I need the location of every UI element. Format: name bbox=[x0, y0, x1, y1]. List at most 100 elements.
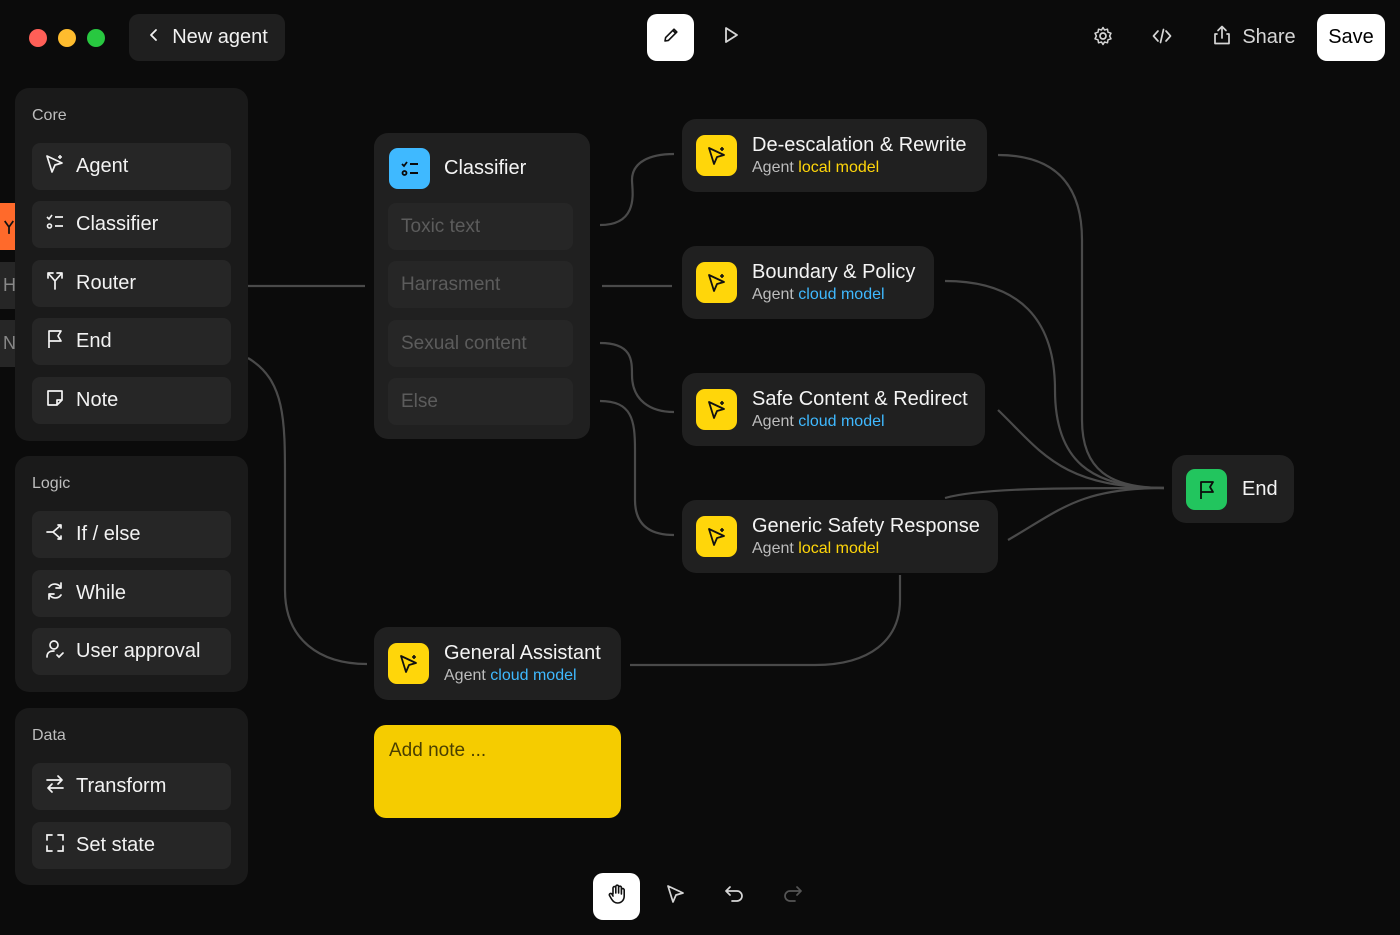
node-model: cloud model bbox=[798, 413, 885, 430]
end-node[interactable]: End bbox=[1172, 455, 1294, 523]
node-title: End bbox=[1242, 478, 1278, 500]
palette-item-note[interactable]: Note bbox=[32, 377, 231, 424]
redo-icon bbox=[782, 883, 804, 910]
section-title-logic: Logic bbox=[32, 475, 71, 492]
node-subtitle: Agent cloud model bbox=[752, 413, 885, 431]
palette-item-label: Agent bbox=[76, 155, 129, 177]
agent-icon bbox=[696, 135, 737, 176]
back-button[interactable]: New agent bbox=[129, 14, 285, 61]
back-button-label: New agent bbox=[172, 26, 268, 48]
user-approval-icon bbox=[44, 638, 66, 666]
classifier-category-row[interactable]: Harrasment bbox=[388, 261, 573, 308]
set-state-icon bbox=[44, 832, 66, 860]
edge-toxic-deescalation bbox=[599, 152, 675, 227]
node-kind: Agent bbox=[752, 286, 794, 303]
play-icon bbox=[720, 24, 742, 51]
node-title: Safe Content & Redirect bbox=[752, 388, 968, 410]
palette-item-user-approval[interactable]: User approval bbox=[32, 628, 231, 675]
palette-item-label: While bbox=[76, 582, 127, 604]
agent-icon bbox=[696, 516, 737, 557]
edge-deescalation-end bbox=[997, 153, 1165, 490]
palette-item-end[interactable]: End bbox=[32, 318, 231, 365]
window-maximize-button[interactable] bbox=[87, 29, 105, 47]
palette-item-label: End bbox=[76, 330, 112, 352]
node-title: De-escalation & Rewrite bbox=[752, 134, 967, 156]
section-title-data: Data bbox=[32, 727, 66, 744]
node-title: Classifier bbox=[444, 157, 527, 179]
hidden-node-edge-n[interactable]: N bbox=[0, 320, 16, 367]
node-title: Generic Safety Response bbox=[752, 515, 980, 537]
edit-mode-button[interactable] bbox=[647, 14, 694, 61]
node-title: General Assistant bbox=[444, 642, 601, 664]
note-icon bbox=[44, 387, 66, 415]
edge-generic-general bbox=[630, 575, 902, 667]
hand-tool-button[interactable] bbox=[593, 873, 640, 920]
node-kind: Agent bbox=[444, 667, 486, 684]
palette-item-label: Transform bbox=[76, 775, 167, 797]
palette-item-label: Set state bbox=[76, 834, 155, 856]
section-title-core: Core bbox=[32, 107, 67, 124]
pointer-tool-button[interactable] bbox=[652, 873, 699, 920]
run-button[interactable] bbox=[707, 14, 754, 61]
agent-node-de-escalation[interactable]: De-escalation & Rewrite Agent local mode… bbox=[682, 119, 987, 192]
window-minimize-button[interactable] bbox=[58, 29, 76, 47]
node-kind: Agent bbox=[752, 159, 794, 176]
pointer-icon bbox=[665, 883, 687, 910]
window-close-button[interactable] bbox=[29, 29, 47, 47]
node-subtitle: Agent local model bbox=[752, 540, 879, 558]
pencil-icon bbox=[661, 25, 681, 50]
palette-item-label: If / else bbox=[76, 523, 141, 545]
transform-icon bbox=[44, 773, 66, 801]
palette-item-classifier[interactable]: Classifier bbox=[32, 201, 231, 248]
agent-icon bbox=[696, 262, 737, 303]
agent-node-safe-content[interactable]: Safe Content & Redirect Agent cloud mode… bbox=[682, 373, 985, 446]
hand-icon bbox=[606, 883, 628, 910]
undo-icon bbox=[723, 883, 745, 910]
hidden-router-node-edge[interactable] bbox=[0, 203, 15, 250]
classifier-icon bbox=[389, 148, 430, 189]
palette-item-label: Router bbox=[76, 272, 137, 294]
agent-icon bbox=[388, 643, 429, 684]
share-icon bbox=[1212, 24, 1232, 52]
node-title: Boundary & Policy bbox=[752, 261, 916, 283]
node-kind: Agent bbox=[752, 540, 794, 557]
palette-item-transform[interactable]: Transform bbox=[32, 763, 231, 810]
loop-icon bbox=[44, 580, 66, 608]
edge-end-general-assistant bbox=[247, 357, 368, 666]
node-subtitle: Agent local model bbox=[752, 159, 879, 177]
edge-else-generic bbox=[599, 399, 675, 537]
node-model: local model bbox=[798, 159, 880, 176]
palette-item-if-else[interactable]: If / else bbox=[32, 511, 231, 558]
palette-item-while[interactable]: While bbox=[32, 570, 231, 617]
classifier-category-row[interactable]: Else bbox=[388, 378, 573, 425]
palette-item-set-state[interactable]: Set state bbox=[32, 822, 231, 869]
classifier-node[interactable]: Classifier Toxic text Harrasment Sexual … bbox=[374, 133, 590, 439]
router-icon bbox=[44, 270, 66, 298]
classifier-category-row[interactable]: Toxic text bbox=[388, 203, 573, 250]
hidden-node-edge-h[interactable]: H bbox=[0, 262, 16, 309]
agent-icon bbox=[44, 153, 66, 181]
palette-item-router[interactable]: Router bbox=[32, 260, 231, 307]
agent-node-general-assistant[interactable]: General Assistant Agent cloud model bbox=[374, 627, 621, 700]
node-model: local model bbox=[798, 540, 880, 557]
node-kind: Agent bbox=[752, 413, 794, 430]
save-button[interactable]: Save bbox=[1317, 14, 1385, 61]
undo-button[interactable] bbox=[710, 873, 757, 920]
code-icon bbox=[1151, 25, 1173, 52]
chevron-left-icon bbox=[146, 26, 162, 49]
edge-generic-end-a bbox=[1007, 486, 1165, 541]
classifier-category-row[interactable]: Sexual content bbox=[388, 320, 573, 367]
agent-node-generic-safety[interactable]: Generic Safety Response Agent local mode… bbox=[682, 500, 998, 573]
code-button[interactable] bbox=[1139, 15, 1185, 61]
palette-section-core: Core Agent Classifier Router End Note bbox=[15, 88, 248, 441]
settings-button[interactable] bbox=[1080, 15, 1126, 61]
palette-item-agent[interactable]: Agent bbox=[32, 143, 231, 190]
palette-section-data: Data Transform Set state bbox=[15, 708, 248, 885]
sticky-note[interactable]: Add note ... bbox=[374, 725, 621, 818]
flag-icon bbox=[1186, 469, 1227, 510]
agent-node-boundary[interactable]: Boundary & Policy Agent cloud model bbox=[682, 246, 934, 319]
redo-button[interactable] bbox=[769, 873, 816, 920]
node-model: cloud model bbox=[490, 667, 577, 684]
node-subtitle: Agent cloud model bbox=[444, 667, 577, 685]
share-button[interactable]: Share bbox=[1206, 14, 1302, 61]
